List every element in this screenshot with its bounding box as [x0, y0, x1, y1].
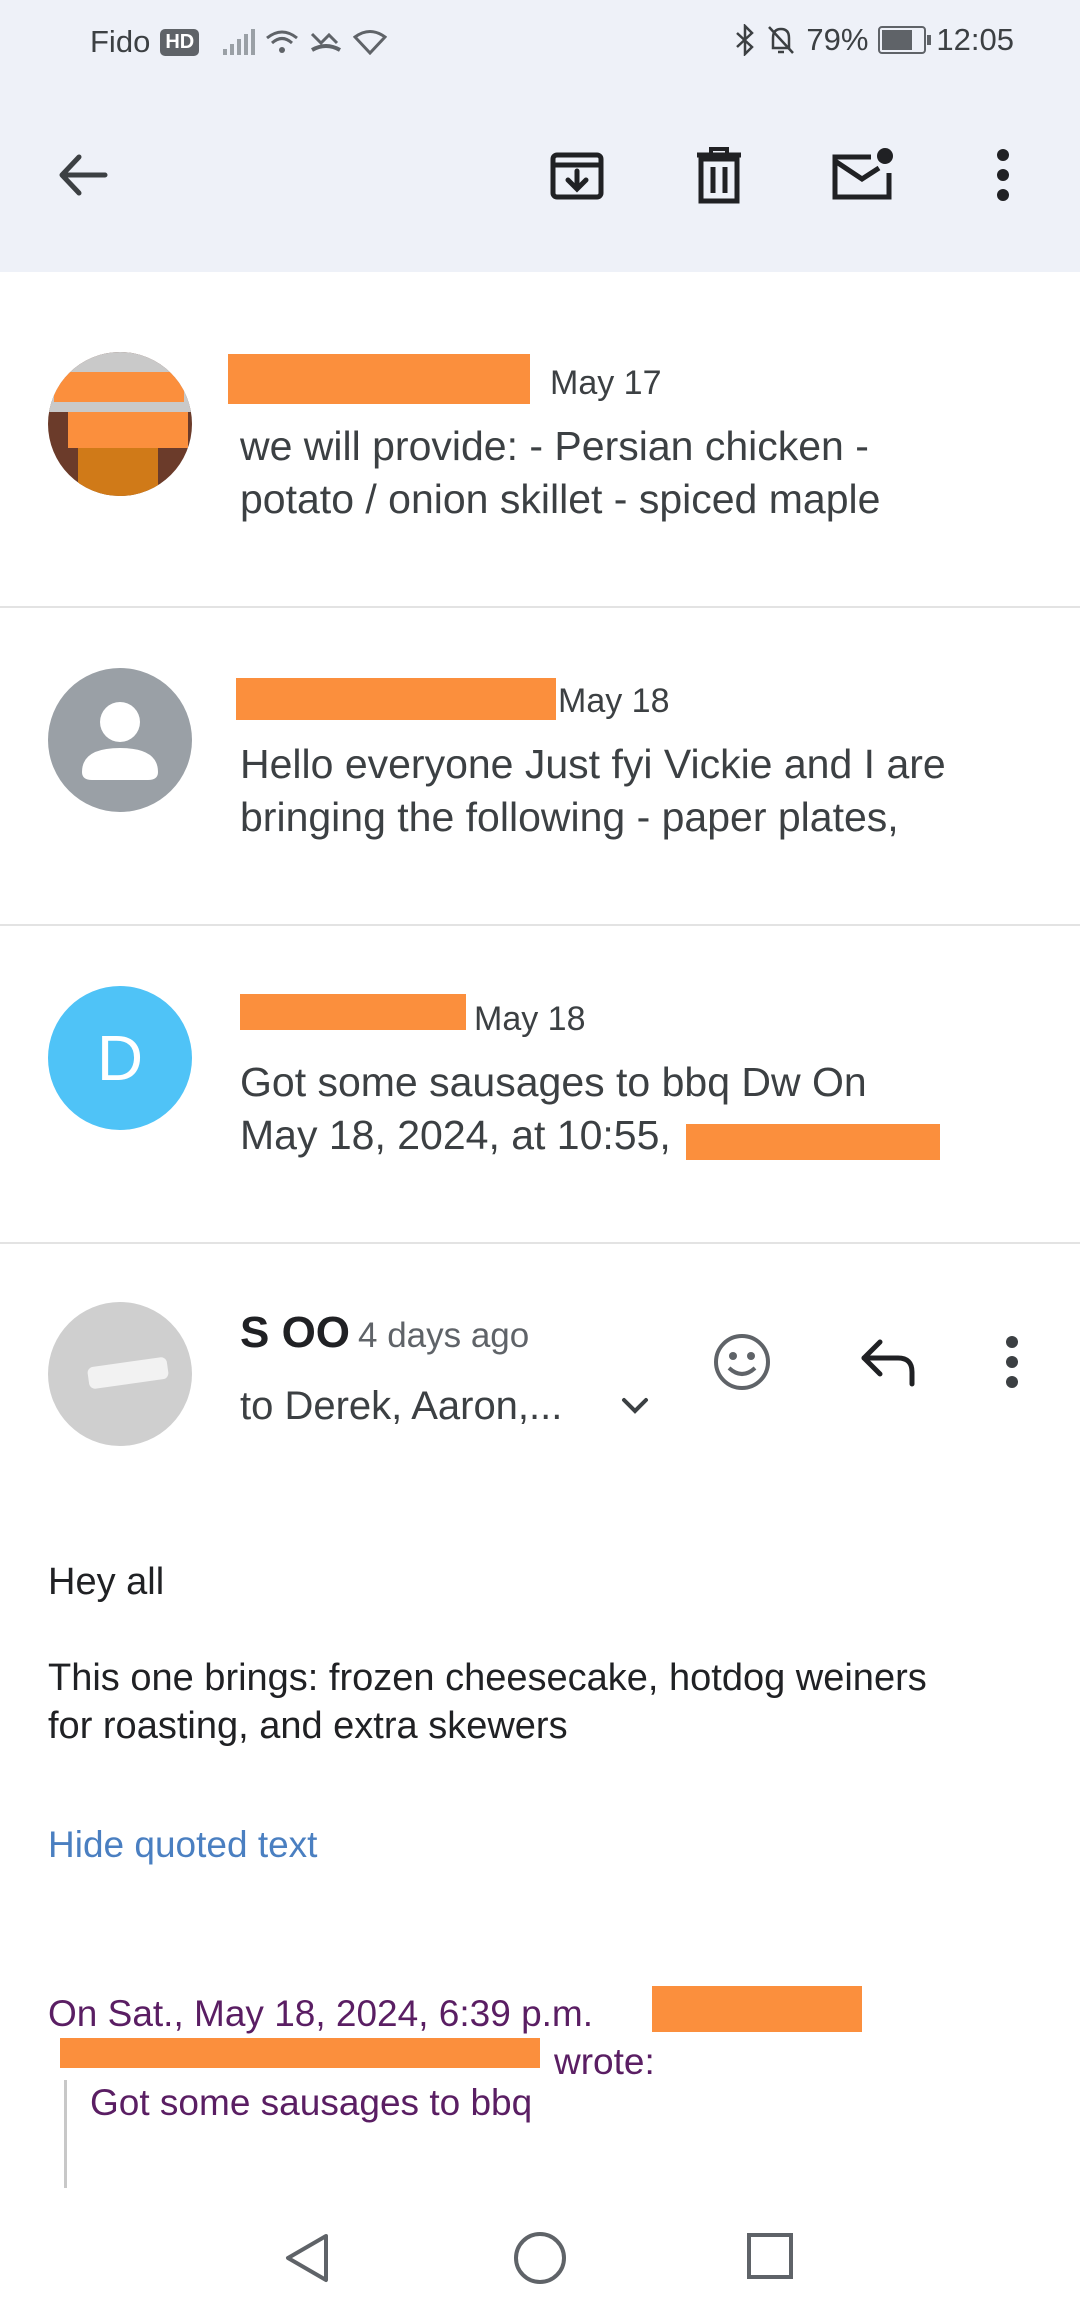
wifi-icon: [353, 30, 388, 55]
wifi-calling-icon: [266, 30, 299, 53]
message-date: May 18: [558, 682, 670, 720]
sender-name[interactable]: S OO: [240, 1308, 350, 1358]
message-time: 4 days ago: [358, 1316, 530, 1355]
nav-home-icon[interactable]: [512, 2230, 568, 2291]
message-date: May 17: [550, 364, 662, 402]
nav-back-icon[interactable]: [282, 2230, 332, 2291]
mark-unread-icon[interactable]: [828, 140, 898, 210]
quote-wrote-label: wrote:: [554, 2041, 655, 2082]
archive-icon[interactable]: [542, 140, 612, 210]
bluetooth-icon: [736, 24, 755, 56]
quote-bar: [64, 2080, 67, 2188]
message-date: May 18: [474, 1000, 586, 1038]
redacted-name: [652, 1986, 862, 2032]
status-bar: Fido HD 79% 12:05: [0, 0, 1080, 80]
nav-recents-icon[interactable]: [744, 2230, 796, 2287]
redaction: [68, 412, 188, 448]
clock: 12:05: [936, 22, 1014, 57]
carrier-label: Fido: [90, 24, 151, 59]
person-icon: [82, 702, 158, 780]
back-arrow-icon[interactable]: [48, 140, 118, 210]
redacted-sender: [228, 354, 530, 404]
snippet-line: bringing the following - paper plates,: [240, 794, 899, 840]
avatar[interactable]: [48, 352, 192, 496]
redacted-name: [686, 1124, 940, 1160]
missed-call-icon: [311, 32, 342, 52]
redacted-sender: [236, 678, 556, 720]
thread-message-collapsed[interactable]: May 18 Hello everyone Just fyi Vickie an…: [0, 606, 1080, 926]
avatar-letter: D: [96, 1022, 144, 1094]
message-greeting: Hey all: [48, 1561, 165, 1603]
chevron-down-icon[interactable]: [618, 1394, 652, 1423]
top-app-bar: Fido HD 79% 12:05: [0, 0, 1080, 272]
redaction: [54, 372, 184, 402]
redacted-sender: [240, 994, 466, 1030]
message-snippet: Hello everyone Just fyi Vickie and I are…: [240, 738, 1030, 844]
avatar[interactable]: [48, 668, 192, 812]
delete-icon[interactable]: [684, 140, 754, 210]
thread-message-collapsed[interactable]: May 17 we will provide: - Persian chicke…: [0, 272, 1080, 608]
snippet-line: potato / onion skillet - spiced maple: [240, 476, 881, 522]
reply-icon[interactable]: [858, 1336, 918, 1393]
avatar[interactable]: [48, 1302, 192, 1446]
hide-quoted-text-link[interactable]: Hide quoted text: [48, 1824, 317, 1866]
snippet-line: we will provide: - Persian chicken -: [240, 423, 869, 469]
thread-message-collapsed[interactable]: D May 18 Got some sausages to bbq Dw On …: [0, 924, 1080, 1244]
redacted-email: [60, 2038, 540, 2068]
more-vert-icon[interactable]: [968, 140, 1038, 210]
system-nav-bar: [0, 2200, 1080, 2312]
message-snippet: we will provide: - Persian chicken - pot…: [240, 420, 1030, 526]
more-vert-icon[interactable]: [1002, 1334, 1022, 1395]
snippet-line: Hello everyone Just fyi Vickie and I are: [240, 741, 946, 787]
bell-muted-icon: [768, 26, 795, 54]
recipients[interactable]: to Derek, Aaron,...: [240, 1384, 562, 1429]
signal-icon: [223, 29, 256, 55]
body-line: for roasting, and extra skewers: [48, 1705, 568, 1747]
hd-badge: HD: [160, 28, 200, 56]
battery-icon: [878, 26, 932, 54]
message-body: This one brings: frozen cheesecake, hotd…: [48, 1654, 927, 1750]
snippet-line: Got some sausages to bbq Dw On: [240, 1059, 867, 1105]
battery-percent: 79%: [806, 22, 869, 57]
emoji-reaction-icon[interactable]: [710, 1330, 774, 1399]
body-line: This one brings: frozen cheesecake, hotd…: [48, 1657, 927, 1699]
avatar[interactable]: D: [48, 986, 192, 1130]
quoted-text: Got some sausages to bbq: [90, 2082, 533, 2123]
snippet-line: May 18, 2024, at 10:55,: [240, 1112, 671, 1158]
quote-header-line: On Sat., May 18, 2024, 6:39 p.m.: [48, 1993, 594, 2034]
